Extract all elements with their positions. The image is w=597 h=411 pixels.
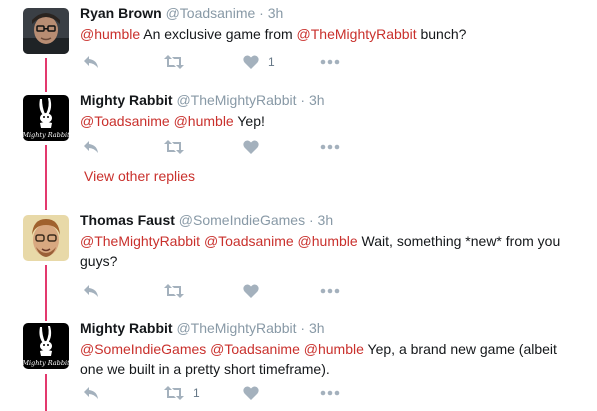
thread-line-4 [45,374,47,411]
tweet-actions: 1 [80,53,380,71]
mention-link[interactable]: @TheMightyRabbit [80,233,200,249]
thread-line-1 [45,58,47,92]
timestamp[interactable]: 3h [309,320,325,336]
heart-icon [243,55,259,69]
reply-icon [84,56,98,68]
tweet-actions: 1 [80,384,380,402]
separator-dot: · [259,5,264,21]
display-name[interactable]: Thomas Faust [80,212,175,228]
avatar[interactable]: Mighty Rabbit [23,323,69,369]
display-name[interactable]: Ryan Brown [80,5,162,21]
thread-line-3 [45,265,47,321]
display-name[interactable]: Mighty Rabbit [80,92,173,108]
like-button[interactable] [243,138,268,156]
heart-icon [243,284,259,298]
mighty-rabbit-logo: Mighty Rabbit [23,323,69,369]
like-button[interactable] [243,282,268,300]
like-count: 1 [268,55,275,69]
mention-link[interactable]: @Toadsanime [80,113,170,129]
more-icon [320,144,340,150]
reply-button[interactable] [83,282,99,300]
timestamp[interactable]: 3h [318,212,334,228]
tweet-text-segment: Yep! [233,113,265,129]
reply-button[interactable] [83,53,99,71]
retweet-icon [164,284,184,298]
mention-link[interactable]: @TheMightyRabbit [297,26,417,42]
more-button[interactable] [320,384,340,402]
retweet-button[interactable] [164,282,193,300]
tweet-text: @Toadsanime @humble Yep! [80,111,589,131]
more-button[interactable] [320,138,340,156]
reply-button[interactable] [83,138,99,156]
heart-icon [243,386,259,400]
avatar[interactable] [23,215,69,261]
retweet-count: 1 [193,386,200,400]
retweet-icon [164,140,184,154]
timestamp[interactable]: 3h [268,5,284,21]
display-name[interactable]: Mighty Rabbit [80,320,173,336]
more-icon [320,288,340,294]
svg-text:Mighty Rabbit: Mighty Rabbit [23,359,69,367]
mention-link[interactable]: @humble [80,26,140,42]
separator-dot: · [300,320,306,336]
more-button[interactable] [320,282,340,300]
view-other-replies-link[interactable]: View other replies [84,168,195,184]
reply-icon [84,387,98,399]
tweet-header: Ryan Brown @Toadsanime · 3h [80,4,589,22]
like-button[interactable] [243,384,268,402]
tweet-text-segment: An exclusive game from [140,26,297,42]
tweet-header: Mighty Rabbit @TheMightyRabbit · 3h [80,319,589,337]
mention-link[interactable]: @Toadsanime [204,233,294,249]
tweet-text-segment: bunch? [416,26,467,42]
tweet-text: @humble An exclusive game from @TheMight… [80,24,589,44]
more-button[interactable] [320,53,340,71]
mighty-rabbit-logo: Mighty Rabbit [23,95,69,141]
retweet-icon [164,55,184,69]
retweet-button[interactable] [164,138,193,156]
mention-link[interactable]: @Toadsanime [210,341,300,357]
tweet-actions [80,282,380,300]
reply-icon [84,285,98,297]
retweet-button[interactable]: 1 [164,384,200,402]
more-icon [320,390,340,396]
thread-line-2 [45,145,47,210]
user-handle[interactable]: @TheMightyRabbit [176,92,296,108]
tweet-header: Thomas Faust @SomeIndieGames · 3h [80,211,589,229]
mention-link[interactable]: @humble [298,233,358,249]
svg-text:Mighty Rabbit: Mighty Rabbit [23,131,69,139]
tweet-text: @SomeIndieGames @Toadsanime @humble Yep,… [80,339,580,379]
mention-link[interactable]: @humble [304,341,364,357]
timestamp[interactable]: 3h [309,92,325,108]
reply-icon [84,141,98,153]
user-handle[interactable]: @TheMightyRabbit [176,320,296,336]
like-button[interactable]: 1 [243,53,275,71]
separator-dot: · [300,92,306,108]
heart-icon [243,140,259,154]
mention-link[interactable]: @SomeIndieGames [80,341,206,357]
reply-button[interactable] [83,384,99,402]
avatar[interactable] [23,8,69,54]
user-handle[interactable]: @Toadsanime [166,5,256,21]
avatar[interactable]: Mighty Rabbit [23,95,69,141]
tweet-header: Mighty Rabbit @TheMightyRabbit · 3h [80,91,589,109]
tweet-text: @TheMightyRabbit @Toadsanime @humble Wai… [80,231,570,271]
more-icon [320,59,340,65]
retweet-icon [164,386,184,400]
user-handle[interactable]: @SomeIndieGames [179,212,305,228]
retweet-button[interactable] [164,53,193,71]
separator-dot: · [308,212,314,228]
mention-link[interactable]: @humble [174,113,234,129]
tweet-actions [80,138,380,156]
